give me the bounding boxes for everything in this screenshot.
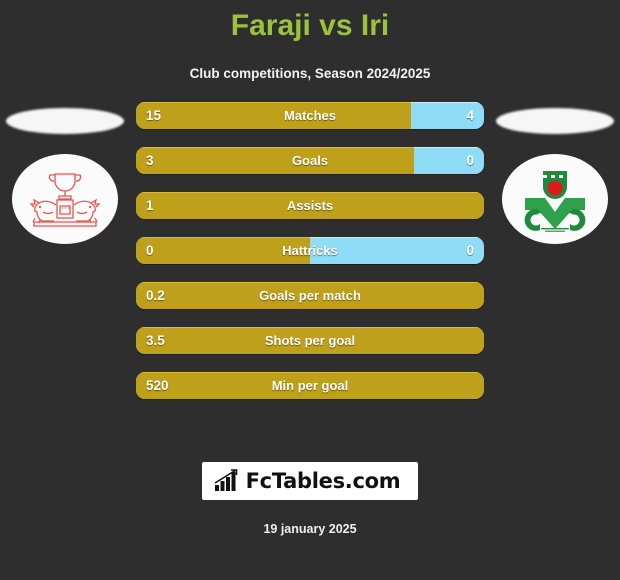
stat-row: 520 Min per goal: [136, 372, 484, 399]
bar-chart-growth-icon: [214, 469, 237, 491]
page-header: Faraji vs Iri Club competitions, Season …: [0, 0, 620, 82]
fctables-brand-plate[interactable]: FcTables.com: [201, 462, 419, 500]
stat-row: 3 Goals 0: [136, 147, 484, 174]
stat-row: 0.2 Goals per match: [136, 282, 484, 309]
brand-name: FcTables.com: [245, 469, 401, 493]
page-title: Faraji vs Iri: [230, 9, 390, 42]
stat-label: Goals: [291, 153, 329, 168]
away-stat-value: 4: [466, 108, 474, 123]
trophy-lions-crest-icon: [29, 173, 101, 227]
stat-row: 3.5 Shots per goal: [136, 327, 484, 354]
stat-row: 0 Hattricks 0: [136, 237, 484, 264]
home-badge-highlight-ellipse: [6, 108, 124, 134]
stat-label: Matches: [283, 108, 337, 123]
stat-label: Assists: [286, 198, 334, 213]
page-footer: FcTables.com 19 january 2025: [0, 462, 620, 580]
footer-date: 19 january 2025: [263, 522, 357, 536]
page-subtitle: Club competitions, Season 2024/2025: [189, 66, 431, 81]
stat-label: Goals per match: [259, 288, 361, 303]
away-team-badge[interactable]: [490, 102, 620, 402]
away-badge-highlight-ellipse: [496, 108, 614, 134]
comparison-area: 15 Matches 4 3 Goals 0 1 Assists 0 Hattr…: [0, 102, 620, 412]
stat-label: Hattricks: [282, 243, 338, 258]
stat-row: 15 Matches 4: [136, 102, 484, 129]
green-shield-crest-icon: [524, 171, 586, 232]
stat-label: Shots per goal: [264, 333, 356, 348]
away-stat-value: 0: [466, 153, 474, 168]
stats-list: 15 Matches 4 3 Goals 0 1 Assists 0 Hattr…: [136, 102, 484, 399]
home-team-badge[interactable]: [0, 102, 130, 402]
away-badge-disc: [502, 154, 608, 244]
stat-label: Min per goal: [271, 378, 349, 393]
away-stat-value: 0: [466, 243, 474, 258]
home-badge-disc: [12, 154, 118, 244]
stat-row: 1 Assists: [136, 192, 484, 219]
